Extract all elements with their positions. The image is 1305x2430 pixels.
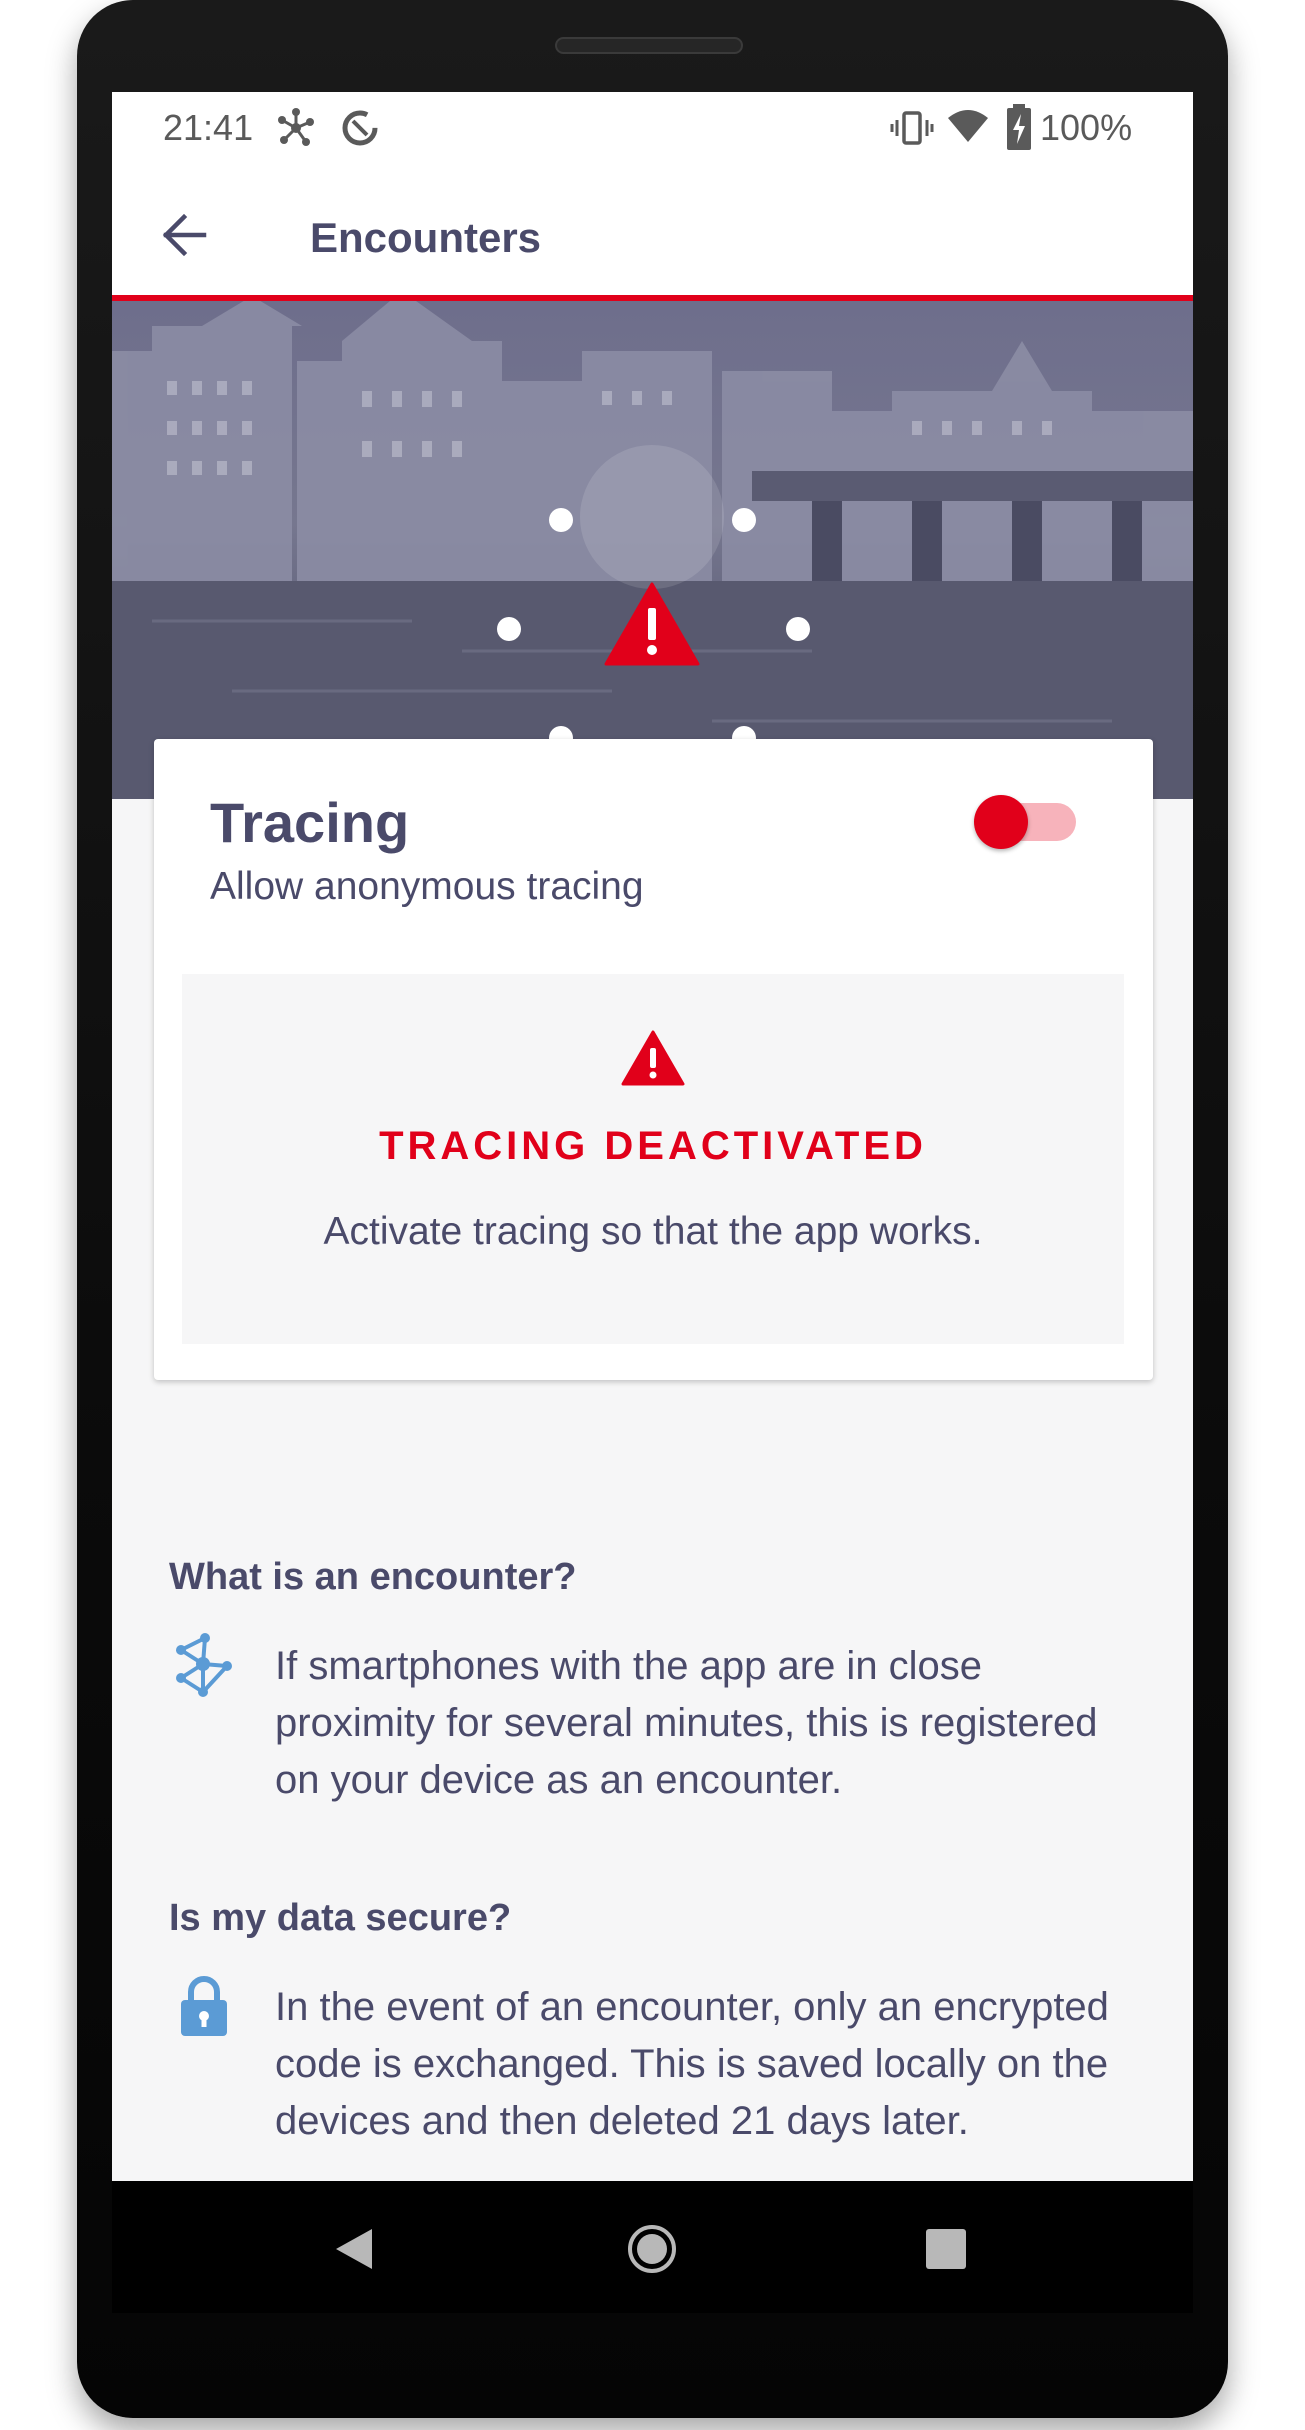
info-heading-encounter: What is an encounter?	[169, 1556, 577, 1598]
tracing-card: Tracing Allow anonymous tracing TRACING …	[154, 739, 1153, 1380]
tracing-dot	[786, 617, 810, 641]
page-title: Encounters	[310, 214, 542, 261]
battery-charging-icon	[1006, 104, 1032, 155]
recents-square-icon[interactable]	[924, 2227, 968, 2276]
tracing-title: Tracing	[210, 791, 410, 854]
arrow-left-icon[interactable]	[158, 208, 212, 267]
network-icon	[167, 1630, 239, 1707]
tracing-subtitle: Allow anonymous tracing	[210, 865, 644, 908]
status-glow	[580, 445, 724, 589]
tracing-dot	[732, 508, 756, 532]
status-time: 21:41	[163, 107, 254, 148]
warning-text: Activate tracing so that the app works.	[323, 1210, 983, 1253]
home-circle-icon[interactable]	[626, 2223, 678, 2280]
info-heading-data-secure: Is my data secure?	[169, 1897, 512, 1939]
info-text-data-secure: In the event of an encounter, only an en…	[275, 1985, 1109, 2143]
tracing-dot	[549, 508, 573, 532]
data-saver-icon	[340, 108, 380, 153]
vibrate-icon	[890, 108, 934, 153]
battery-percentage: 100%	[1040, 107, 1133, 148]
status-bar: 21:41 100%	[112, 92, 1193, 182]
tracing-network-icon	[274, 106, 318, 155]
phone-speaker	[555, 37, 743, 54]
info-text-encounter: If smartphones with the app are in close…	[275, 1644, 1098, 1802]
warning-triangle-icon	[621, 1030, 685, 1091]
system-nav-bar	[112, 2181, 1193, 2313]
tracing-toggle-thumb[interactable]	[974, 795, 1028, 849]
header-city-illustration	[112, 301, 1193, 799]
lock-icon	[178, 1974, 230, 2043]
back-triangle-icon[interactable]	[332, 2225, 376, 2278]
tracing-dot	[497, 617, 521, 641]
warning-triangle-icon	[604, 582, 700, 671]
app-screen: 21:41 100% Encounters Tracing Allow anon…	[112, 92, 1193, 2181]
warning-title: TRACING DEACTIVATED	[379, 1124, 927, 1168]
app-bar: Encounters	[112, 182, 1193, 301]
warning-panel: TRACING DEACTIVATED Activate tracing so …	[182, 974, 1124, 1344]
wifi-icon	[946, 108, 990, 151]
